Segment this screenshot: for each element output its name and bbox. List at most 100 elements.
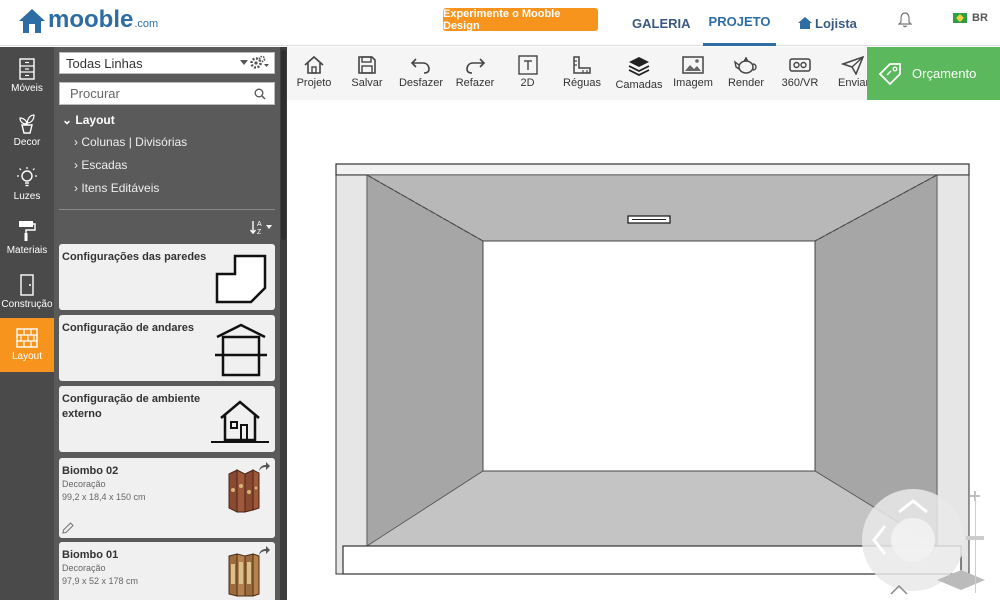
plant-icon xyxy=(19,114,35,134)
category-luzes[interactable]: Luzes xyxy=(0,157,54,211)
tool-reguas-label: Réguas xyxy=(563,77,601,89)
tool-salvar[interactable]: Salvar xyxy=(349,47,385,100)
layout-card-andares[interactable]: Configuração de andares xyxy=(59,315,275,381)
budget-button[interactable]: Orçamento xyxy=(867,47,1000,100)
pencil-edit-icon[interactable] xyxy=(62,522,74,534)
search-icon[interactable] xyxy=(254,88,266,100)
floors-house-icon xyxy=(215,323,267,377)
editor-toolbar: Projeto Salvar Desfazer Refazer 2D Régua… xyxy=(287,47,869,100)
category-materiais-label: Materiais xyxy=(6,245,48,256)
tool-refazer[interactable]: Refazer xyxy=(455,47,495,100)
product-card-biombo-02[interactable]: Biombo 02 Decoração 99,2 x 18,4 x 150 cm xyxy=(59,458,275,538)
tree-header-layout[interactable]: ⌄ Layout xyxy=(62,113,115,127)
category-sidebar: Móveis Decor Luzes Materiais Construção … xyxy=(0,47,54,600)
card-dimensions: 97,9 x 52 x 178 cm xyxy=(62,576,139,586)
category-layout[interactable]: Layout xyxy=(0,318,54,372)
sort-az-icon[interactable]: A Z xyxy=(250,219,274,235)
chevron-right-icon: › xyxy=(74,181,78,195)
card-title: Configuração de andares xyxy=(62,322,195,334)
tree-header-label: Layout xyxy=(75,113,115,127)
room-3d-render xyxy=(335,163,985,595)
layers-icon xyxy=(628,57,650,77)
tool-360-vr[interactable]: 360/VR xyxy=(780,47,820,100)
light-bulb-icon xyxy=(17,167,37,187)
tool-2d[interactable]: 2D xyxy=(515,47,540,100)
category-construcao[interactable]: Construção xyxy=(0,265,54,319)
tool-projeto-label: Projeto xyxy=(296,77,332,89)
catalog-panel: Todas Linhas Procurar ⌄ Layout › Colunas… xyxy=(54,47,280,600)
panel-scroll-thumb[interactable] xyxy=(281,50,286,240)
category-decor[interactable]: Decor xyxy=(0,103,54,157)
paint-roller-icon xyxy=(19,221,36,241)
language-selector[interactable]: BR xyxy=(953,12,988,24)
nav-lojista-label: Lojista xyxy=(815,15,857,31)
send-paper-plane-icon xyxy=(841,55,865,75)
redo-icon xyxy=(466,58,486,74)
card-title: Configuração de ambiente externo xyxy=(62,393,201,420)
brand-tld: .com xyxy=(134,18,159,30)
tool-camadas-label: Camadas xyxy=(615,79,663,91)
card-title: Biombo 01 xyxy=(62,549,119,561)
save-floppy-icon xyxy=(358,56,376,74)
try-mooble-design-button[interactable]: Experimente o Mooble Design xyxy=(443,8,598,32)
notifications-bell-icon[interactable] xyxy=(897,12,913,33)
search-input[interactable]: Procurar xyxy=(59,82,275,105)
line-filter-select[interactable]: Todas Linhas xyxy=(59,52,275,74)
tree-item-escadas[interactable]: › Escadas xyxy=(74,158,127,172)
layout-card-ambiente-externo[interactable]: Configuração de ambiente externo xyxy=(59,386,275,452)
tree-item-label: Escadas xyxy=(81,158,128,172)
product-card-biombo-01[interactable]: Biombo 01 Decoração 97,9 x 52 x 178 cm xyxy=(59,542,275,600)
mooble-logo[interactable]: mooble .com xyxy=(18,6,158,34)
line-filter-value: Todas Linhas xyxy=(66,55,143,71)
category-luzes-label: Luzes xyxy=(13,191,41,202)
tool-imagem[interactable]: Imagem xyxy=(673,47,713,100)
folding-screen-image xyxy=(228,469,260,513)
teapot-icon xyxy=(734,57,757,74)
tool-360-vr-label: 360/VR xyxy=(781,77,819,89)
category-moveis[interactable]: Móveis xyxy=(0,49,54,103)
brazil-flag-icon xyxy=(953,13,967,23)
expanded-chevron-icon: ⌄ xyxy=(62,113,73,127)
house-exterior-icon xyxy=(211,400,269,443)
home-outline-icon xyxy=(304,55,324,74)
brick-wall-icon xyxy=(16,328,38,348)
ruler-icon xyxy=(573,56,591,74)
nav-lojista[interactable]: Lojista xyxy=(798,0,857,46)
tool-refazer-label: Refazer xyxy=(455,77,495,89)
tool-render-label: Render xyxy=(727,77,765,89)
tool-render[interactable]: Render xyxy=(727,47,765,100)
image-icon xyxy=(682,56,704,74)
tree-item-itens-editaveis[interactable]: › Itens Editáveis xyxy=(74,181,159,195)
2d-view-icon xyxy=(517,55,538,75)
card-dimensions: 99,2 x 18,4 x 150 cm xyxy=(62,492,146,502)
category-layout-label: Layout xyxy=(11,351,43,362)
category-moveis-label: Móveis xyxy=(11,83,43,94)
door-icon xyxy=(20,274,34,296)
layout-card-paredes[interactable]: Configurações das paredes xyxy=(59,244,275,310)
panel-divider xyxy=(59,209,275,210)
nav-projeto[interactable]: PROJETO xyxy=(703,0,776,46)
category-materiais[interactable]: Materiais xyxy=(0,211,54,265)
folding-screen-image xyxy=(228,553,260,597)
budget-button-label: Orçamento xyxy=(912,66,977,81)
search-placeholder: Procurar xyxy=(70,86,120,101)
tree-item-label: Itens Editáveis xyxy=(81,181,160,195)
nav-galeria[interactable]: GALERIA xyxy=(632,0,691,46)
3d-viewport[interactable] xyxy=(287,100,1000,600)
language-code: BR xyxy=(972,12,988,24)
card-title: Biombo 02 xyxy=(62,465,119,477)
card-title: Configurações das paredes xyxy=(62,251,207,263)
svg-text:Z: Z xyxy=(257,229,262,235)
settings-gear-icon[interactable] xyxy=(248,55,270,71)
zoom-slider[interactable] xyxy=(975,495,976,593)
tool-projeto[interactable]: Projeto xyxy=(294,47,334,100)
tool-desfazer[interactable]: Desfazer xyxy=(398,47,444,100)
tool-2d-label: 2D xyxy=(520,77,535,89)
tool-desfazer-label: Desfazer xyxy=(398,77,444,89)
tool-reguas[interactable]: Réguas xyxy=(563,47,601,100)
tool-camadas[interactable]: Camadas xyxy=(615,47,663,100)
tree-item-colunas[interactable]: › Colunas | Divisórias xyxy=(74,135,187,149)
card-category: Decoração xyxy=(62,479,106,489)
chevron-right-icon: › xyxy=(74,158,78,172)
price-tag-icon xyxy=(878,62,901,85)
